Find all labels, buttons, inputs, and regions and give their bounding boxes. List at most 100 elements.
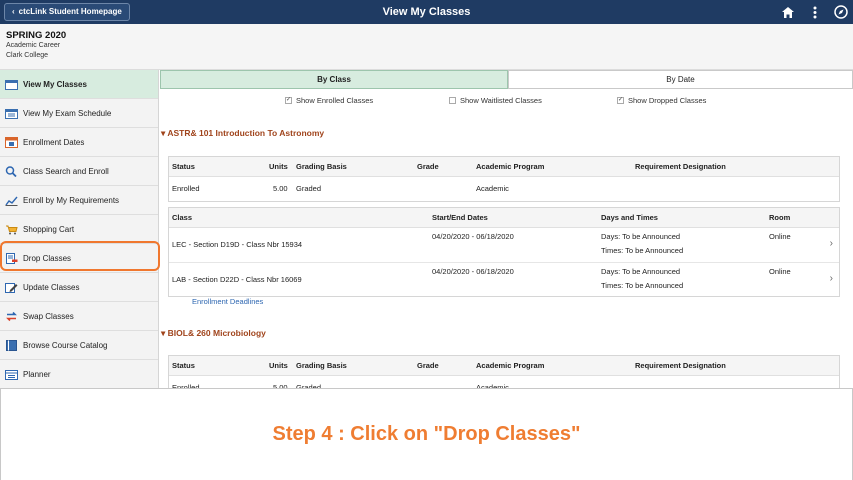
sidebar-item-label: Drop Classes xyxy=(23,253,72,263)
calendar-icon xyxy=(5,79,18,90)
caption-text: Step 4 : Click on "Drop Classes" xyxy=(272,423,581,445)
cell-units: 5.00 xyxy=(273,184,288,193)
sidebar-item-label: View My Exam Schedule xyxy=(23,108,112,118)
edit-icon xyxy=(5,282,18,293)
chevron-right-icon: › xyxy=(829,238,833,249)
book-icon xyxy=(6,339,17,351)
date-icon xyxy=(5,136,18,148)
course-title-text: BIOL& 260 Microbiology xyxy=(167,328,266,338)
header-requirement: Requirement Designation xyxy=(635,361,726,370)
header-days: Days and Times xyxy=(601,213,658,222)
planner-icon xyxy=(5,369,18,380)
header-units: Units xyxy=(269,162,288,171)
tutorial-caption: Step 4 : Click on "Drop Classes" xyxy=(0,388,853,480)
sidebar-item-label: Enrollment Dates xyxy=(23,137,85,147)
header-grade: Grade xyxy=(417,361,439,370)
sidebar-item-planner[interactable]: Planner xyxy=(0,360,158,389)
sidebar-item-label: Swap Classes xyxy=(23,311,74,321)
cell-days: Days: To be Announced xyxy=(601,232,681,241)
show-enrolled-checkbox[interactable]: ✓ Show Enrolled Classes xyxy=(285,96,373,105)
back-button-label: ctcLink Student Homepage xyxy=(18,7,122,16)
cell-units: 5.00 xyxy=(273,383,288,388)
navigation-icon[interactable] xyxy=(832,3,850,21)
chart-icon xyxy=(5,196,18,206)
cell-room: Online xyxy=(769,232,791,241)
sidebar: View My Classes View My Exam Schedule En… xyxy=(0,70,159,389)
sidebar-item-label: Enroll by My Requirements xyxy=(23,195,120,205)
chevron-left-icon: ‹ xyxy=(12,7,15,16)
sidebar-item-label: View My Classes xyxy=(23,79,87,89)
header-program: Academic Program xyxy=(476,162,545,171)
sidebar-item-swap-classes[interactable]: Swap Classes xyxy=(0,302,158,331)
cell-program: Academic xyxy=(476,184,509,193)
cell-status: Enrolled xyxy=(172,383,200,388)
table-row: Enrolled 5.00 Graded Academic xyxy=(169,177,839,201)
filter-row: ✓ Show Enrolled Classes Show Waitlisted … xyxy=(160,96,853,108)
more-icon[interactable] xyxy=(806,3,824,21)
top-bar: ‹ ctcLink Student Homepage View My Class… xyxy=(0,0,853,24)
search-icon xyxy=(5,165,17,177)
main-content: By Class By Date ✓ Show Enrolled Classes… xyxy=(160,70,853,388)
course-title[interactable]: ▾ BIOL& 260 Microbiology xyxy=(161,328,266,339)
sidebar-item-label: Planner xyxy=(23,369,51,379)
cell-times: Times: To be Announced xyxy=(601,281,684,290)
cell-times: Times: To be Announced xyxy=(601,246,684,255)
sidebar-item-drop-classes[interactable]: Drop Classes xyxy=(0,244,158,273)
course-title[interactable]: ▾ ASTR& 101 Introduction To Astronomy xyxy=(161,128,324,139)
sidebar-item-enroll-by-requirements[interactable]: Enroll by My Requirements xyxy=(0,186,158,215)
checkbox-unchecked-icon xyxy=(449,97,456,104)
section-row[interactable]: LEC - Section D19D - Class Nbr 15934 04/… xyxy=(169,228,839,262)
cell-grading: Graded xyxy=(296,383,322,388)
enrollment-table: Status Units Grading Basis Grade Academi… xyxy=(168,355,840,388)
sidebar-item-class-search[interactable]: Class Search and Enroll xyxy=(0,157,158,186)
cell-status: Enrolled xyxy=(172,184,200,193)
table-header: Status Units Grading Basis Grade Academi… xyxy=(169,157,839,177)
cell-room: Online xyxy=(769,267,791,276)
show-dropped-checkbox[interactable]: ✓ Show Dropped Classes xyxy=(617,96,706,105)
sidebar-item-label: Browse Course Catalog xyxy=(23,340,108,350)
checkbox-checked-icon: ✓ xyxy=(285,97,292,104)
header-status: Status xyxy=(172,361,195,370)
drop-icon xyxy=(6,252,18,264)
sidebar-item-update-classes[interactable]: Update Classes xyxy=(0,273,158,302)
checkbox-checked-icon: ✓ xyxy=(617,97,624,104)
sidebar-item-label: Shopping Cart xyxy=(23,224,75,234)
header-grading: Grading Basis xyxy=(296,361,347,370)
cell-grading: Graded xyxy=(296,184,322,193)
caret-down-icon: ▾ xyxy=(161,328,166,338)
header-units: Units xyxy=(269,361,288,370)
institution-name: Clark College xyxy=(6,52,49,59)
header-status: Status xyxy=(172,162,195,171)
cell-program: Academic xyxy=(476,383,509,388)
enrollment-table: Status Units Grading Basis Grade Academi… xyxy=(168,156,840,202)
table-row: Enrolled 5.00 Graded Academic xyxy=(169,376,839,388)
header-dates: Start/End Dates xyxy=(432,213,488,222)
tab-by-date[interactable]: By Date xyxy=(508,70,853,89)
header-room: Room xyxy=(769,213,791,222)
header-grade: Grade xyxy=(417,162,439,171)
term-header: SPRING 2020 Academic Career Clark Colleg… xyxy=(0,24,853,70)
show-waitlisted-checkbox[interactable]: Show Waitlisted Classes xyxy=(449,96,542,105)
header-program: Academic Program xyxy=(476,361,545,370)
header-requirement: Requirement Designation xyxy=(635,162,726,171)
cell-dates: 04/20/2020 - 06/18/2020 xyxy=(432,267,514,276)
enrollment-deadlines-link[interactable]: Enrollment Deadlines xyxy=(192,297,263,306)
sidebar-item-label: Update Classes xyxy=(23,282,80,292)
schedule-icon xyxy=(5,108,18,119)
cell-days: Days: To be Announced xyxy=(601,267,681,276)
tab-by-class[interactable]: By Class xyxy=(160,70,508,89)
course-title-text: ASTR& 101 Introduction To Astronomy xyxy=(167,128,325,138)
sidebar-item-shopping-cart[interactable]: Shopping Cart xyxy=(0,215,158,244)
caret-down-icon: ▾ xyxy=(161,128,166,138)
section-row[interactable]: LAB - Section D22D - Class Nbr 16069 04/… xyxy=(169,262,839,296)
home-icon[interactable] xyxy=(779,3,797,21)
filter-label: Show Waitlisted Classes xyxy=(460,96,542,105)
sidebar-item-label: Class Search and Enroll xyxy=(23,166,109,176)
sidebar-item-browse-catalog[interactable]: Browse Course Catalog xyxy=(0,331,158,360)
sidebar-item-enrollment-dates[interactable]: Enrollment Dates xyxy=(0,128,158,157)
header-grading: Grading Basis xyxy=(296,162,347,171)
sidebar-item-view-my-classes[interactable]: View My Classes xyxy=(0,70,158,99)
back-button[interactable]: ‹ ctcLink Student Homepage xyxy=(4,3,130,21)
sections-table: Class Start/End Dates Days and Times Roo… xyxy=(168,207,840,297)
sidebar-item-view-my-exam-schedule[interactable]: View My Exam Schedule xyxy=(0,99,158,128)
